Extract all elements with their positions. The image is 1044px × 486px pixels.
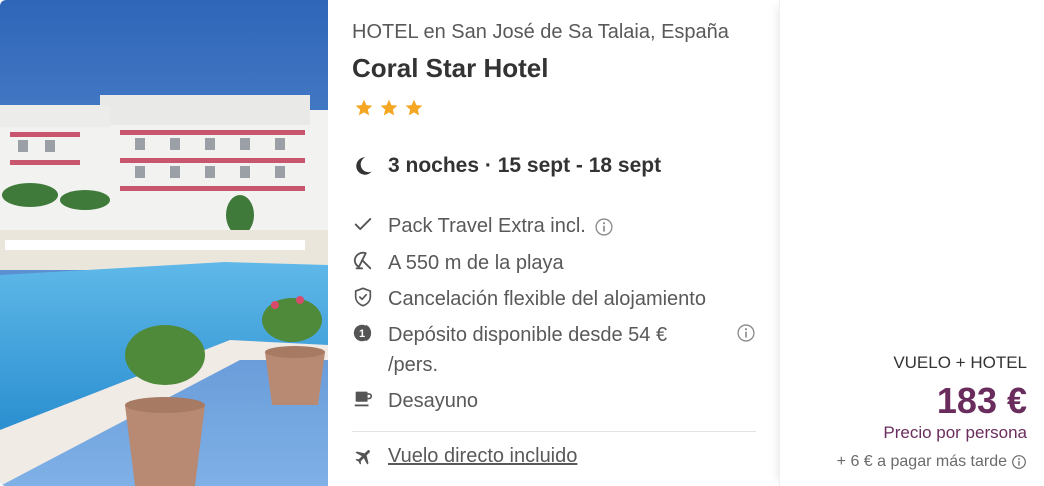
price-amount: 183 € <box>936 380 1027 421</box>
star-rating <box>354 98 424 118</box>
direct-flight-link[interactable]: Vuelo directo incluido <box>352 445 577 468</box>
star-icon <box>405 99 423 116</box>
feature-breakfast: Desayuno <box>352 386 478 416</box>
shield-check-icon <box>352 286 374 308</box>
feature-label: Cancelación flexible del alojamiento <box>388 288 706 310</box>
moon-icon <box>352 155 374 177</box>
airplane-icon <box>352 446 374 468</box>
pay-later-text: + 6 € a pagar más tarde <box>836 453 1007 470</box>
stay-dates: 3 noches · 15 sept - 18 sept <box>352 154 661 178</box>
deposit-icon: 1 <box>352 322 374 344</box>
stay-text: 3 noches · 15 sept - 18 sept <box>388 154 662 177</box>
pay-later-note: + 6 € a pagar más tarde <box>837 453 1027 471</box>
hotel-location: HOTEL en San José de Sa Talaia, España <box>352 21 729 43</box>
info-icon[interactable] <box>736 323 756 343</box>
flight-label[interactable]: Vuelo directo incluido <box>388 445 577 468</box>
package-type: VUELO + HOTEL <box>893 353 1027 372</box>
feature-label: A 550 m de la playa <box>388 252 564 274</box>
hotel-photo[interactable] <box>0 0 328 486</box>
star-icon <box>355 99 373 116</box>
hotel-info: HOTEL en San José de Sa Talaia, España C… <box>352 0 756 486</box>
feature-label: Desayuno <box>388 390 479 412</box>
hotel-name[interactable]: Coral Star Hotel <box>352 53 549 84</box>
feature-label-line2: /pers. <box>388 354 439 376</box>
feature-flexible-cancellation: Cancelación flexible del alojamiento <box>352 284 706 314</box>
check-icon <box>352 213 374 235</box>
price-panel: VUELO + HOTEL 183 € Precio por persona +… <box>779 0 1044 486</box>
feature-deposit: 1 Depósito disponible desde 54 € /pers. <box>352 320 667 380</box>
coffee-cup-icon <box>352 388 374 410</box>
price-per-person: Precio por persona <box>883 423 1027 442</box>
feature-travel-pack: Pack Travel Extra incl. <box>352 211 614 241</box>
feature-label: Depósito disponible desde 54 € <box>388 324 668 346</box>
svg-text:1: 1 <box>359 328 365 340</box>
feature-label: Pack Travel Extra incl. <box>388 215 586 237</box>
star-icon <box>380 99 398 116</box>
divider <box>352 431 756 432</box>
info-icon[interactable] <box>1007 454 1027 470</box>
info-icon[interactable] <box>594 217 614 237</box>
feature-beach-distance: A 550 m de la playa <box>352 248 564 278</box>
hotel-offer-card[interactable]: HOTEL en San José de Sa Talaia, España C… <box>0 0 1044 486</box>
beach-umbrella-icon <box>352 250 374 272</box>
